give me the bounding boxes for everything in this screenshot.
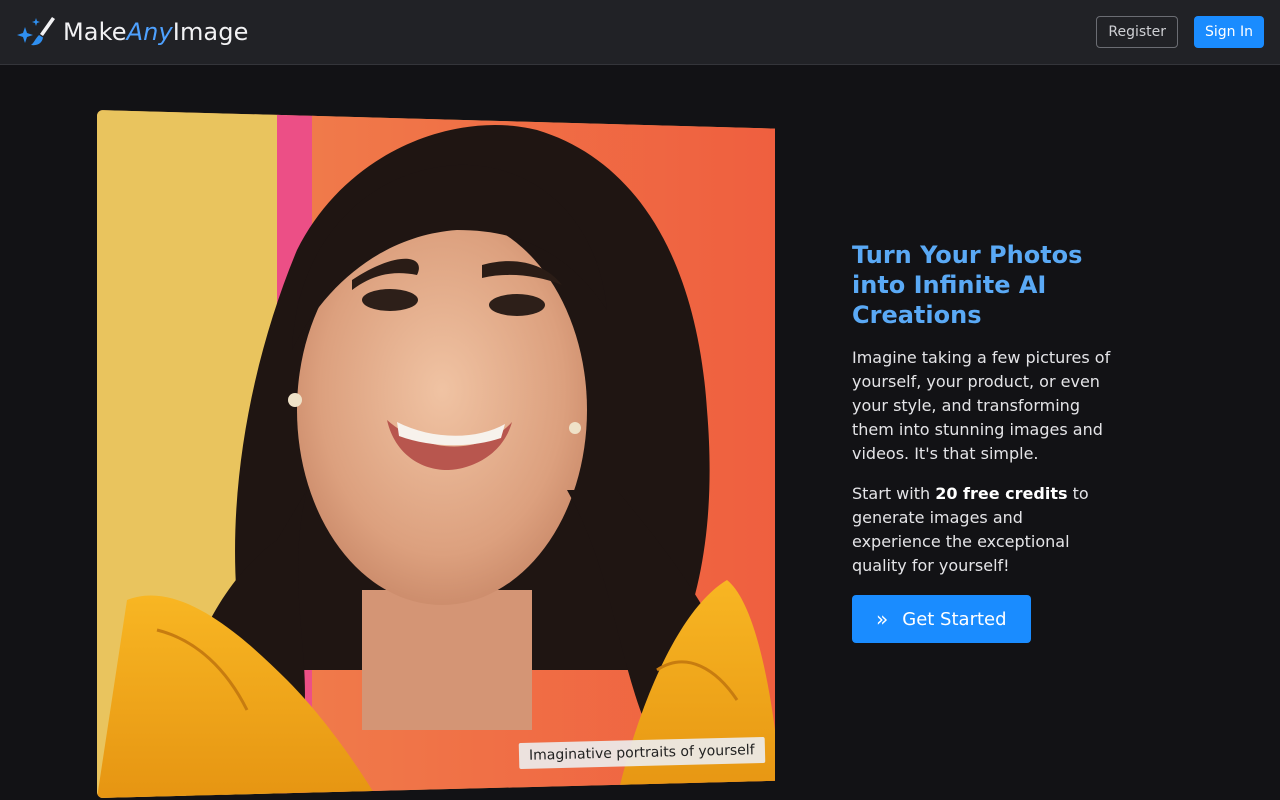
get-started-button[interactable]: » Get Started [852,595,1031,643]
hero-title: Turn Your Photos into Infinite AI Creati… [852,241,1083,329]
double-chevron-right-icon: » [876,607,889,631]
navbar: MakeAnyImage Register Sign In [0,0,1280,65]
register-button[interactable]: Register [1096,16,1178,48]
sign-in-button[interactable]: Sign In [1194,16,1264,48]
hero-image-card: Imaginative portraits of yourself [97,110,775,798]
free-credits-text: Start with 20 free credits to generate i… [852,484,1089,575]
brand-logo-link[interactable]: MakeAnyImage [16,15,248,49]
magic-wand-sparkles-icon [17,17,55,46]
brand-name: MakeAnyImage [63,18,249,46]
portrait-photo [97,110,775,798]
hero-description: Imagine taking a few pictures of yoursel… [852,348,1111,463]
free-credits-highlight: 20 free credits [935,484,1068,503]
hero-text: Turn Your Photos into Infinite AI Creati… [852,240,1112,643]
get-started-label: Get Started [902,608,1007,630]
nav-actions: Register Sign In [1096,16,1264,48]
